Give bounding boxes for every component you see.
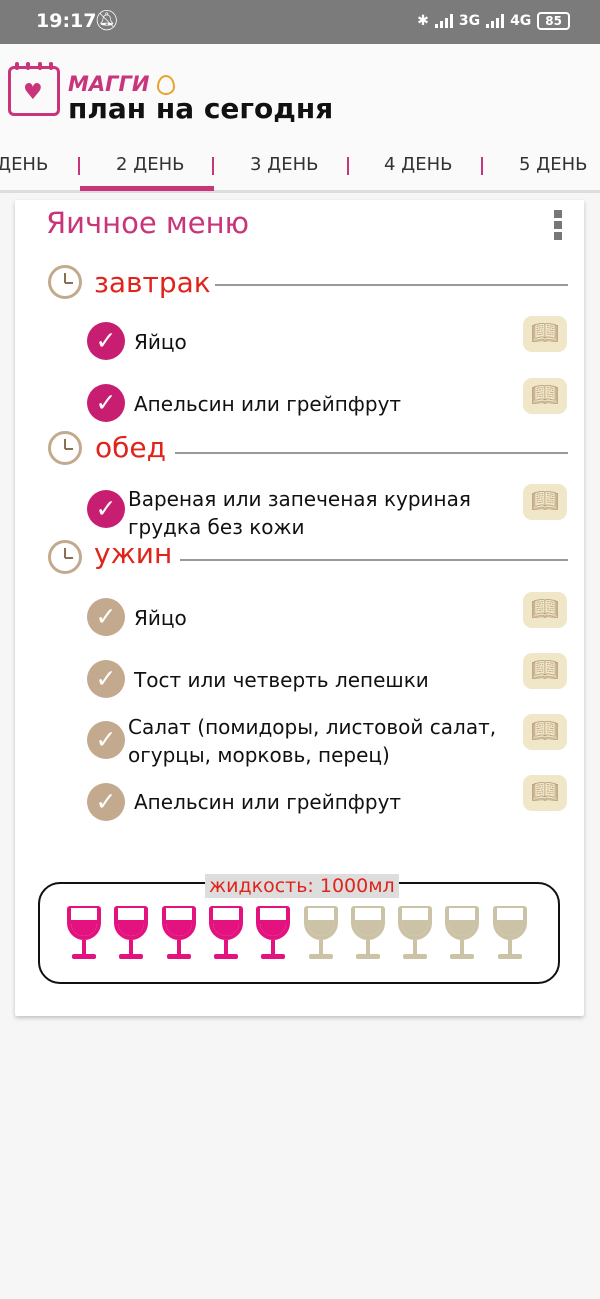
water-glass-icon[interactable] <box>207 906 245 962</box>
section-title-dinner: ужин <box>94 537 173 570</box>
clock-icon <box>48 540 82 574</box>
section-divider <box>215 284 568 286</box>
water-glass-icon[interactable] <box>254 906 292 962</box>
network-label-4g: 4G <box>510 13 532 29</box>
tab-day-4[interactable]: 4 ДЕНЬ <box>384 154 453 175</box>
meal-item-text: Апельсин или грейпфрут <box>134 790 402 814</box>
tab-separator <box>78 157 80 175</box>
tab-day-1[interactable]: ДЕНЬ <box>0 154 48 175</box>
tab-day-5[interactable]: 5 ДЕНЬ <box>519 154 588 175</box>
checkbox-unchecked[interactable]: ✓ <box>87 721 125 759</box>
signal-icon-2 <box>486 14 505 28</box>
book-icon[interactable]: 📖︎ <box>523 592 567 628</box>
meal-item-text: Тост или четверть лепешки <box>134 668 429 692</box>
water-glass-icon[interactable] <box>112 906 150 962</box>
book-icon[interactable]: 📖︎ <box>523 484 567 520</box>
battery-icon: 85 <box>537 12 570 30</box>
book-icon[interactable]: 📖︎ <box>523 378 567 414</box>
tab-separator <box>347 157 349 175</box>
checkbox-unchecked[interactable]: ✓ <box>87 783 125 821</box>
tab-day-3[interactable]: 3 ДЕНЬ <box>250 154 319 175</box>
meal-item-text: Апельсин или грейпфрут <box>134 392 402 416</box>
clock-icon <box>48 431 82 465</box>
book-icon[interactable]: 📖︎ <box>523 775 567 811</box>
status-time: 19:17 <box>36 10 97 32</box>
page-title: план на сегодня <box>68 92 334 125</box>
water-glass-icon[interactable] <box>443 906 481 962</box>
bell-off-icon: 🔕︎ <box>94 8 120 32</box>
menu-title: Яичное меню <box>46 206 249 240</box>
water-glass-icon[interactable] <box>491 906 529 962</box>
section-divider <box>175 452 568 454</box>
tab-separator <box>481 157 483 175</box>
app-bar: ♥ МАГГИ план на сегодня <box>0 44 600 144</box>
meal-item-text: Вареная или запеченая куриная грудка без… <box>128 487 471 539</box>
bluetooth-icon: ✱ <box>417 13 429 29</box>
meal-item-text: Яйцо <box>134 330 187 354</box>
section-title-breakfast: завтрак <box>94 266 211 299</box>
section-divider <box>180 559 568 561</box>
water-glass-icon[interactable] <box>396 906 434 962</box>
status-bar: 19:17 🔕︎ ✱ 3G 4G 85 <box>0 0 600 44</box>
water-glass-icon[interactable] <box>160 906 198 962</box>
tab-day-2[interactable]: 2 ДЕНЬ <box>116 154 185 175</box>
checkbox-done[interactable]: ✓ <box>87 384 125 422</box>
more-options-icon[interactable] <box>552 210 564 242</box>
section-title-lunch: обед <box>95 431 166 464</box>
water-glass-icon[interactable] <box>65 906 103 962</box>
network-label-3g: 3G <box>458 13 481 29</box>
meal-item-text: Салат (помидоры, листовой салат, огурцы,… <box>128 715 497 767</box>
battery-level: 85 <box>545 14 562 28</box>
checkbox-done[interactable]: ✓ <box>87 490 125 528</box>
calendar-heart-icon: ♥ <box>8 62 60 116</box>
tab-separator <box>212 157 214 175</box>
status-right: ✱ 3G 4G 85 <box>417 12 570 30</box>
book-icon[interactable]: 📖︎ <box>523 653 567 689</box>
checkbox-done[interactable]: ✓ <box>87 322 125 360</box>
tab-indicator <box>80 186 214 191</box>
book-icon[interactable]: 📖︎ <box>523 316 567 352</box>
book-icon[interactable]: 📖︎ <box>523 714 567 750</box>
meal-item-text: Яйцо <box>134 606 187 630</box>
signal-icon <box>434 14 453 28</box>
checkbox-unchecked[interactable]: ✓ <box>87 660 125 698</box>
water-glass-icon[interactable] <box>302 906 340 962</box>
water-glass-icon[interactable] <box>349 906 387 962</box>
day-tabs: ДЕНЬ 2 ДЕНЬ 3 ДЕНЬ 4 ДЕНЬ 5 ДЕНЬ <box>0 144 600 193</box>
checkbox-unchecked[interactable]: ✓ <box>87 598 125 636</box>
menu-card: Яичное меню завтрак ✓ Яйцо 📖︎ ✓ Апельсин… <box>15 200 584 1016</box>
clock-icon <box>48 265 82 299</box>
liquid-label: жидкость: 1000мл <box>205 874 399 898</box>
